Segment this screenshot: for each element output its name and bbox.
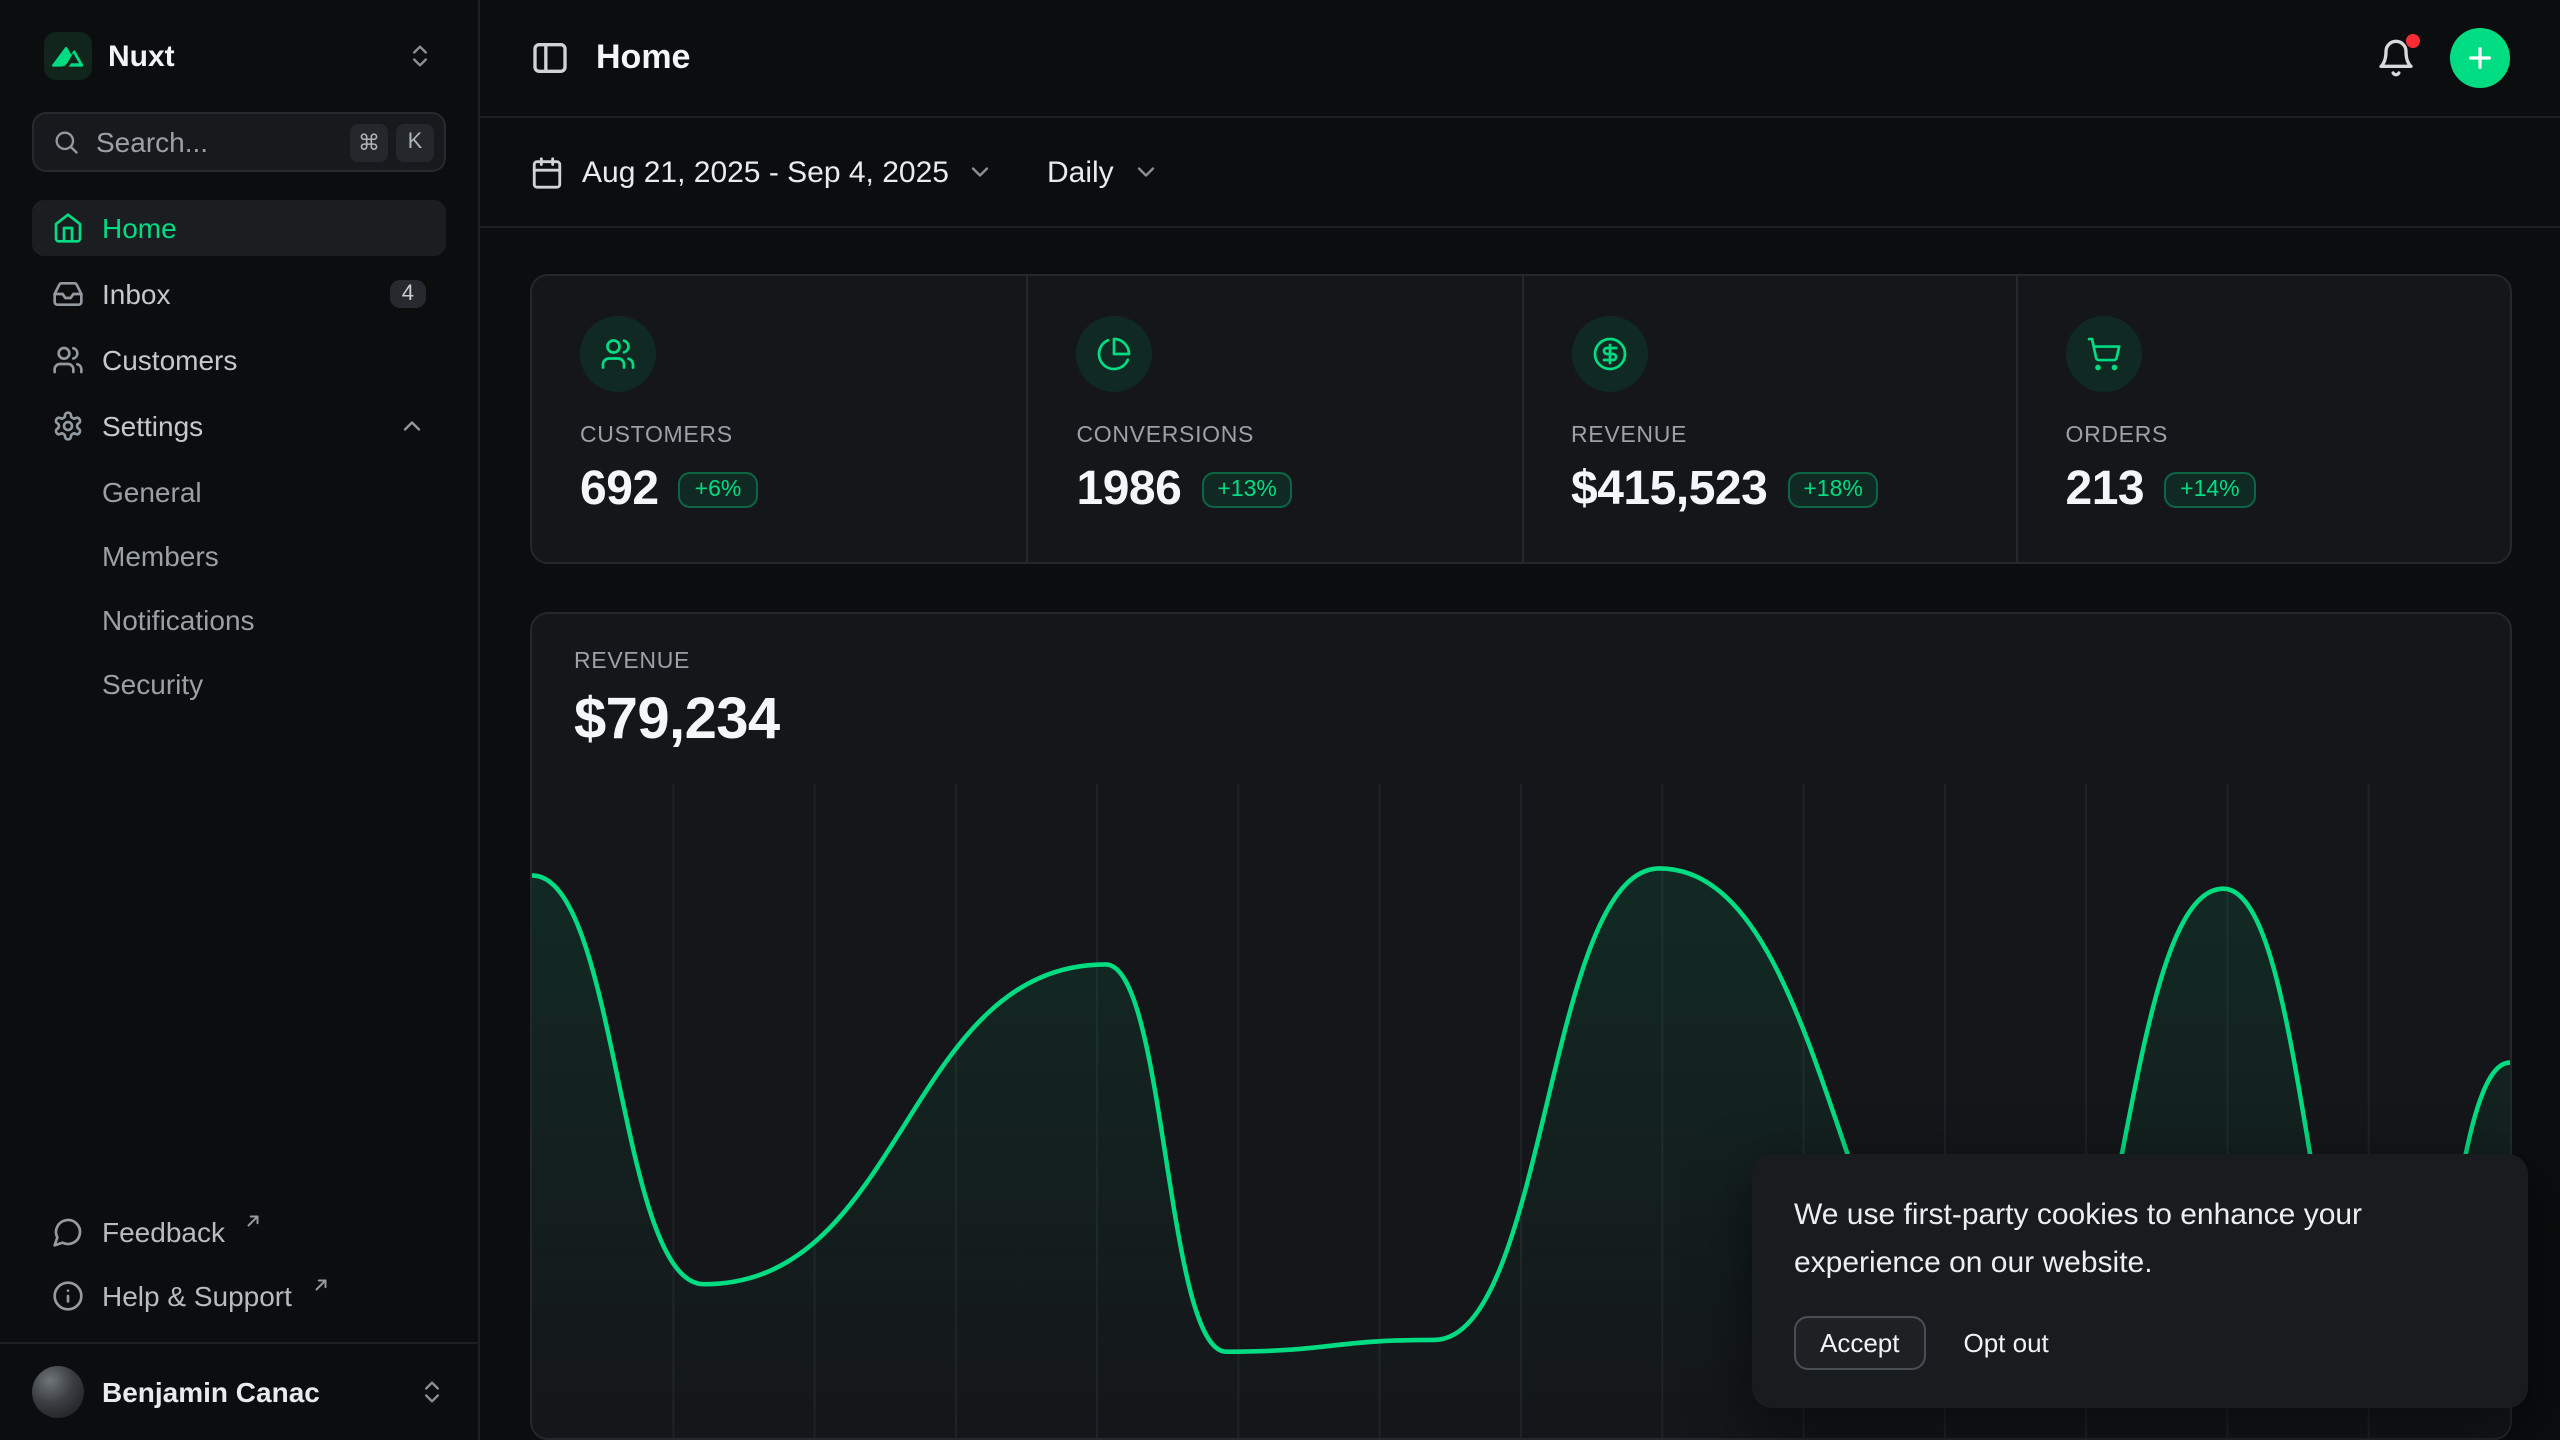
external-link-icon (245, 1212, 263, 1230)
sidebar-subitem-general[interactable]: General (32, 464, 446, 518)
sub-item-label: Members (102, 539, 219, 571)
users-icon (52, 344, 84, 376)
users-icon (600, 336, 636, 372)
chat-bubble-icon (52, 1215, 84, 1247)
chevrons-up-down-icon (406, 42, 434, 70)
notification-dot (2406, 34, 2420, 48)
date-range-picker[interactable]: Aug 21, 2025 - Sep 4, 2025 (530, 155, 995, 189)
sidebar-item-label: Settings (102, 410, 203, 442)
search-input[interactable]: Search... ⌘ K (32, 112, 446, 172)
page-title: Home (596, 38, 690, 78)
notifications-button[interactable] (2376, 38, 2416, 78)
stat-delta-badge: +14% (2164, 472, 2255, 508)
feedback-link[interactable]: Feedback (32, 1204, 446, 1258)
stat-value: 213 (2066, 462, 2145, 518)
revenue-chart-value: $79,234 (574, 688, 2468, 754)
chevron-up-icon (398, 412, 426, 440)
stat-value: 1986 (1077, 462, 1182, 518)
stat-delta-badge: +6% (679, 472, 758, 508)
cookie-banner: We use first-party cookies to enhance yo… (1752, 1153, 2528, 1408)
date-range-label: Aug 21, 2025 - Sep 4, 2025 (582, 155, 949, 189)
filters-toolbar: Aug 21, 2025 - Sep 4, 2025 Daily (480, 118, 2560, 228)
help-support-link[interactable]: Help & Support (32, 1268, 446, 1322)
sidebar-item-home[interactable]: Home (32, 200, 446, 256)
sidebar-item-settings[interactable]: Settings (32, 398, 446, 454)
dashboard-app: Nuxt Search... ⌘ K Home Inbox (0, 0, 2560, 1440)
currency-dollar-icon (1591, 336, 1627, 372)
stat-conversions: CONVERSIONS 1986 +13% (1027, 276, 1522, 562)
stat-customers: CUSTOMERS 692 +6% (532, 276, 1027, 562)
user-menu[interactable]: Benjamin Canac (0, 1342, 478, 1440)
panel-left-icon (530, 38, 570, 78)
workspace-name: Nuxt (108, 39, 390, 73)
avatar (32, 1366, 84, 1418)
nuxt-logo-icon (44, 32, 92, 80)
search-shortcut: ⌘ K (350, 123, 434, 161)
top-header: Home (480, 0, 2560, 118)
sidebar-item-inbox[interactable]: Inbox 4 (32, 266, 446, 322)
sidebar: Nuxt Search... ⌘ K Home Inbox (0, 0, 480, 1440)
stat-delta-badge: +18% (1787, 472, 1878, 508)
cookie-optout-button[interactable]: Opt out (1964, 1328, 2049, 1358)
collapse-sidebar-button[interactable] (530, 38, 570, 78)
sub-item-label: Notifications (102, 603, 255, 635)
inbox-count-badge: 4 (390, 280, 426, 308)
kbd-k: K (396, 123, 434, 161)
sidebar-item-label: Inbox (102, 278, 171, 310)
chevron-down-icon (1132, 158, 1160, 186)
revenue-chart-label: REVENUE (574, 650, 2468, 674)
chevron-down-icon (967, 158, 995, 186)
stats-card: CUSTOMERS 692 +6% CONVERSIONS 1986 +13% (530, 274, 2512, 564)
stat-revenue: REVENUE $415,523 +18% (1521, 276, 2016, 562)
stat-value: $415,523 (1571, 462, 1767, 518)
stat-value: 692 (580, 462, 659, 518)
cookie-accept-button[interactable]: Accept (1794, 1316, 1926, 1370)
search-placeholder: Search... (96, 126, 334, 158)
search-icon (52, 128, 80, 156)
info-circle-icon (52, 1279, 84, 1311)
kbd-cmd: ⌘ (350, 123, 388, 161)
footer-item-label: Help & Support (102, 1279, 292, 1311)
cookie-message: We use first-party cookies to enhance yo… (1794, 1191, 2486, 1290)
stat-orders: ORDERS 213 +14% (2016, 276, 2511, 562)
shopping-cart-icon (2086, 336, 2122, 372)
sidebar-subitem-security[interactable]: Security (32, 656, 446, 710)
external-link-icon (312, 1276, 330, 1294)
chart-pie-icon (1097, 336, 1133, 372)
calendar-icon (530, 155, 564, 189)
sub-item-label: General (102, 475, 202, 507)
inbox-icon (52, 278, 84, 310)
sidebar-item-label: Customers (102, 344, 237, 376)
stat-label: REVENUE (1571, 424, 1968, 448)
period-label: Daily (1047, 155, 1114, 189)
sidebar-item-label: Home (102, 212, 177, 244)
user-name: Benjamin Canac (102, 1376, 400, 1408)
stat-label: CUSTOMERS (580, 424, 979, 448)
chevrons-up-down-icon (418, 1378, 446, 1406)
workspace-switcher[interactable]: Nuxt (32, 24, 446, 88)
sidebar-subitem-notifications[interactable]: Notifications (32, 592, 446, 646)
stat-delta-badge: +13% (1201, 472, 1292, 508)
sub-item-label: Security (102, 667, 203, 699)
period-select[interactable]: Daily (1047, 155, 1160, 189)
stat-label: CONVERSIONS (1077, 424, 1474, 448)
sidebar-subitem-members[interactable]: Members (32, 528, 446, 582)
gear-icon (52, 410, 84, 442)
stat-label: ORDERS (2066, 424, 2463, 448)
home-icon (52, 212, 84, 244)
footer-item-label: Feedback (102, 1215, 225, 1247)
sidebar-item-customers[interactable]: Customers (32, 332, 446, 388)
sidebar-nav: Home Inbox 4 Customers Settings (32, 200, 446, 710)
add-button[interactable] (2450, 28, 2510, 88)
plus-icon (2464, 42, 2496, 74)
